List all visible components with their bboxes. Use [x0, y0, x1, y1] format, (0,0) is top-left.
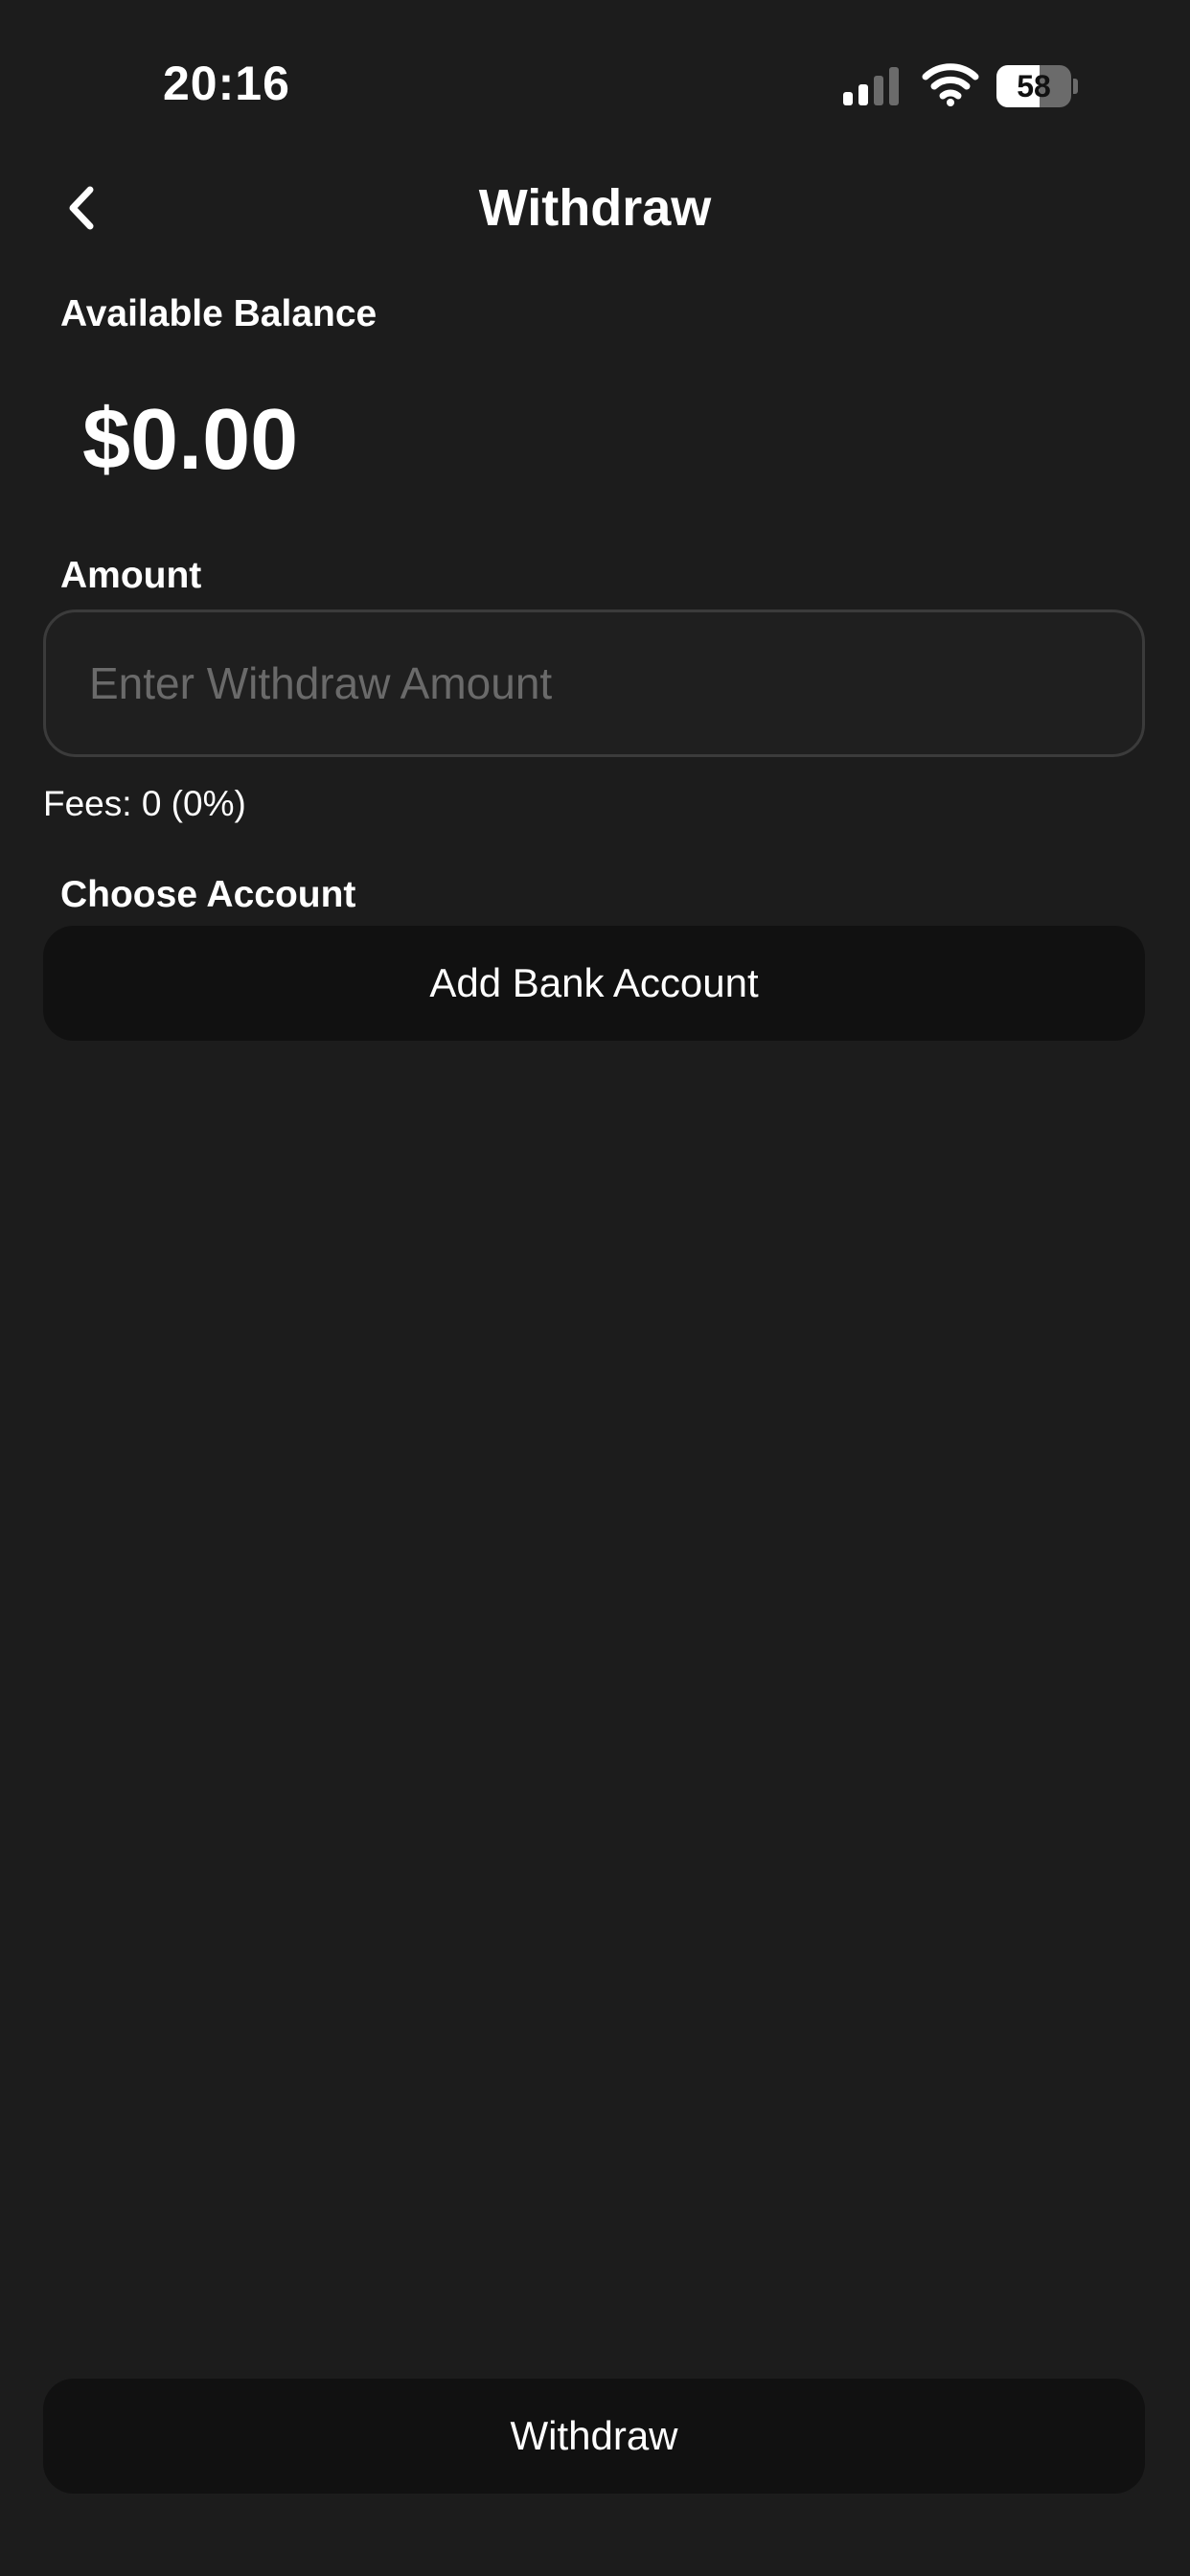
page-title: Withdraw [478, 179, 712, 237]
available-balance-label: Available Balance [60, 293, 378, 334]
add-bank-account-button[interactable]: Add Bank Account [43, 926, 1145, 1041]
battery-icon: 58 [996, 65, 1078, 107]
battery-level: 58 [1017, 69, 1051, 104]
withdraw-button-label: Withdraw [510, 2413, 678, 2458]
status-time: 20:16 [163, 57, 290, 110]
withdraw-amount-input[interactable] [89, 612, 1105, 754]
fees-text: Fees: 0 (0%) [43, 784, 246, 823]
add-bank-account-label: Add Bank Account [429, 960, 759, 1005]
choose-account-label: Choose Account [60, 874, 356, 915]
signal-bars-icon [841, 65, 904, 107]
withdraw-button[interactable]: Withdraw [43, 2379, 1145, 2494]
available-balance-value: $0.00 [82, 392, 299, 488]
amount-field[interactable] [43, 610, 1145, 757]
wifi-icon [922, 61, 979, 107]
amount-label: Amount [60, 555, 202, 596]
